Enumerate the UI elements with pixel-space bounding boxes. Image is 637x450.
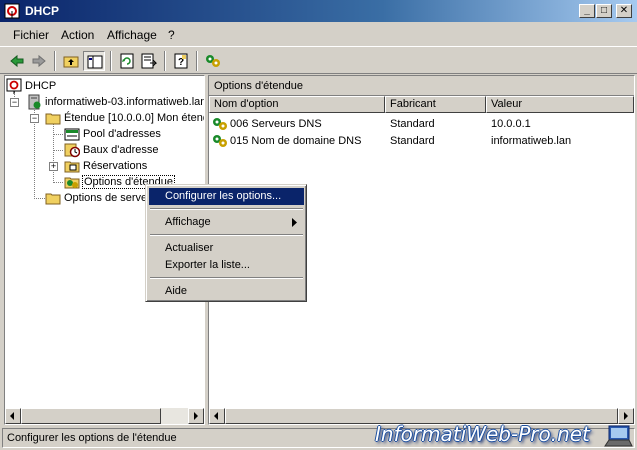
up-level-button[interactable] xyxy=(60,51,82,71)
scroll-left-button[interactable] xyxy=(5,408,21,424)
scroll-left-button[interactable] xyxy=(209,408,225,424)
menu-item-configure-options[interactable]: Configurer les options... xyxy=(149,188,304,205)
context-menu: Configurer les options... Affichage Actu… xyxy=(145,184,307,302)
option-icon xyxy=(213,135,227,147)
watermark-logo: InformatiWeb-Pro.net xyxy=(375,422,590,446)
menu-file[interactable]: Fichier xyxy=(13,28,49,42)
list-item[interactable]: 015 Nom de domaine DNS Standard informat… xyxy=(209,133,634,149)
address-leases-icon xyxy=(64,143,80,158)
forward-button[interactable] xyxy=(28,51,50,71)
tree-horizontal-scrollbar[interactable] xyxy=(5,408,204,424)
details-pane-header: Options d'étendue xyxy=(209,76,634,96)
maximize-button[interactable]: □ xyxy=(596,4,612,18)
tree-item-dhcp[interactable]: DHCP xyxy=(5,78,204,94)
list-item[interactable]: 006 Serveurs DNS Standard 10.0.0.1 xyxy=(209,116,634,132)
submenu-arrow-icon xyxy=(292,218,297,227)
back-icon xyxy=(10,54,24,68)
reservations-folder-icon xyxy=(64,161,80,173)
tree-item-scope[interactable]: − Étendue [10.0.0.0] Mon étendue xyxy=(5,110,204,126)
help-icon: ? xyxy=(174,53,188,69)
laptop-icon xyxy=(604,425,633,447)
tree-item-address-leases[interactable]: Baux d'adresse xyxy=(5,142,204,158)
scope-options-icon xyxy=(64,177,80,189)
back-button[interactable] xyxy=(6,51,28,71)
menu-item-view[interactable]: Affichage xyxy=(149,214,304,231)
tree-item-server[interactable]: − informatiweb-03.informatiweb.lan xyxy=(5,94,204,110)
option-icon xyxy=(213,118,227,130)
tree-item-address-pool[interactable]: Pool d'adresses xyxy=(5,126,204,142)
dhcp-root-icon xyxy=(6,78,22,94)
show-tree-button[interactable] xyxy=(83,51,105,71)
menu-action[interactable]: Action xyxy=(61,28,94,42)
column-headers: Nom d'option Fabricant Valeur xyxy=(209,96,634,113)
details-pane-title: Options d'étendue xyxy=(214,80,303,92)
forward-icon xyxy=(32,54,46,68)
column-header-option-name[interactable]: Nom d'option xyxy=(209,96,385,113)
menu-item-refresh[interactable]: Actualiser xyxy=(149,240,304,257)
help-button[interactable]: ? xyxy=(170,51,192,71)
close-button[interactable]: ✕ xyxy=(616,4,632,18)
dhcp-app-icon xyxy=(4,3,20,19)
menu-help[interactable]: ? xyxy=(168,28,175,42)
title-bar[interactable]: DHCP _ □ ✕ xyxy=(0,0,637,22)
menu-item-export-list[interactable]: Exporter la liste... xyxy=(149,257,304,274)
server-icon xyxy=(28,94,41,110)
toolbar: ? xyxy=(0,46,637,74)
menu-item-help[interactable]: Aide xyxy=(149,283,304,300)
status-text: Configurer les options de l'étendue xyxy=(7,432,177,444)
collapse-server-toggle[interactable]: − xyxy=(10,98,19,107)
up-folder-icon xyxy=(63,56,79,68)
show-tree-icon xyxy=(87,55,103,69)
dhcp-options-button[interactable] xyxy=(202,51,224,71)
export-icon xyxy=(141,53,157,69)
window-title: DHCP xyxy=(25,4,60,18)
collapse-scope-toggle[interactable]: − xyxy=(30,114,39,123)
minimize-button[interactable]: _ xyxy=(579,4,595,18)
expand-reservations-toggle[interactable]: + xyxy=(49,162,58,171)
scroll-right-button[interactable] xyxy=(618,408,634,424)
folder-open-icon xyxy=(45,113,61,125)
menu-bar: Fichier Action Affichage ? xyxy=(0,24,637,46)
refresh-button[interactable] xyxy=(116,51,138,71)
address-pool-icon xyxy=(64,128,80,141)
dhcp-options-icon xyxy=(206,55,220,67)
export-list-button[interactable] xyxy=(138,51,160,71)
scroll-thumb[interactable] xyxy=(21,408,161,424)
tree-item-reservations[interactable]: + Réservations xyxy=(5,158,204,174)
refresh-icon xyxy=(120,53,134,69)
menu-view[interactable]: Affichage xyxy=(107,28,157,42)
scroll-right-button[interactable] xyxy=(188,408,204,424)
column-header-value[interactable]: Valeur xyxy=(486,96,634,113)
column-header-vendor[interactable]: Fabricant xyxy=(385,96,486,113)
server-options-icon xyxy=(45,193,61,205)
